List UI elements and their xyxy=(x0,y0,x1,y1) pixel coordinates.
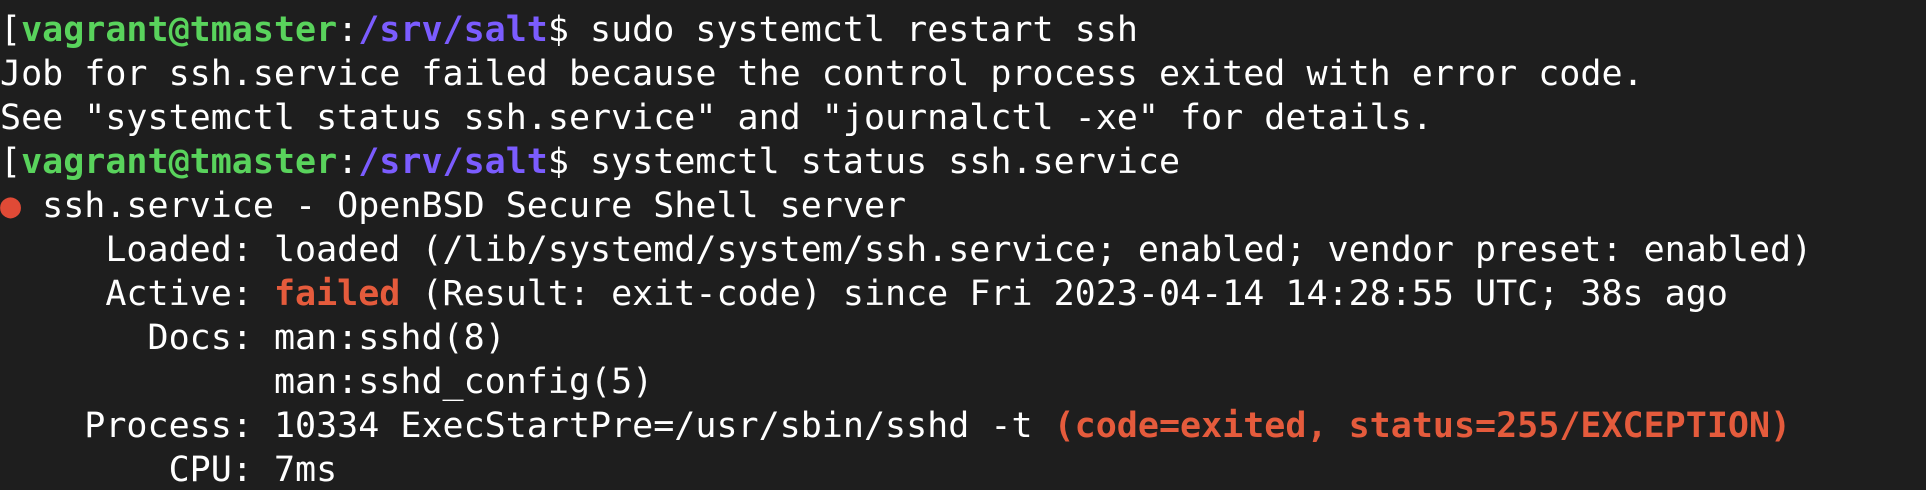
prompt-separator: : xyxy=(337,142,359,182)
process-error: (code=exited, status=255/EXCEPTION) xyxy=(1053,406,1792,446)
cpu-label: CPU: xyxy=(0,450,274,490)
docs-value-sshd-config: man:sshd_config(5) xyxy=(273,362,654,402)
prompt-dollar: $ xyxy=(547,10,569,50)
process-label: Process: xyxy=(0,406,274,446)
loaded-label: Loaded: xyxy=(0,230,274,270)
service-title: ssh.service - OpenBSD Secure Shell serve… xyxy=(21,186,907,226)
cpu-line: CPU: 7ms xyxy=(0,448,338,490)
output-line-job-failed: Job for ssh.service failed because the c… xyxy=(0,54,1644,94)
cpu-value: 7ms xyxy=(273,450,338,490)
docs-value-sshd: man:sshd(8) xyxy=(273,318,506,358)
loaded-line: Loaded: loaded (/lib/systemd/system/ssh.… xyxy=(0,228,1812,272)
command-text: sudo systemctl restart ssh xyxy=(568,10,1138,50)
active-detail: (Result: exit-code) since Fri 2023-04-14… xyxy=(400,274,1728,314)
prompt-path: /srv/salt xyxy=(358,10,548,50)
active-state-failed: failed xyxy=(273,274,401,314)
docs-line-2: man:sshd_config(5) xyxy=(0,360,653,404)
status-dot-icon: ● xyxy=(0,186,22,226)
prompt-bracket: [ xyxy=(0,142,22,182)
docs-line-1: Docs: man:sshd(8) xyxy=(0,316,506,360)
prompt-user-host: vagrant@tmaster xyxy=(21,142,338,182)
active-label: Active: xyxy=(0,274,274,314)
output-line-see-details: See "systemctl status ssh.service" and "… xyxy=(0,98,1433,138)
process-line: Process: 10334 ExecStartPre=/usr/sbin/ss… xyxy=(0,404,1791,448)
process-value: 10334 ExecStartPre=/usr/sbin/sshd -t xyxy=(273,406,1054,446)
command-text: systemctl status ssh.service xyxy=(568,142,1181,182)
loaded-value: loaded (/lib/systemd/system/ssh.service;… xyxy=(273,230,1813,270)
active-line: Active: failed (Result: exit-code) since… xyxy=(0,272,1728,316)
prompt-line-2: [vagrant@tmaster:/srv/salt$ systemctl st… xyxy=(0,140,1180,184)
prompt-user-host: vagrant@tmaster xyxy=(21,10,338,50)
terminal-window[interactable]: [vagrant@tmaster:/srv/salt$ sudo systemc… xyxy=(0,0,1926,490)
prompt-separator: : xyxy=(337,10,359,50)
prompt-dollar: $ xyxy=(547,142,569,182)
prompt-path: /srv/salt xyxy=(358,142,548,182)
prompt-bracket: [ xyxy=(0,10,22,50)
service-title-line: ● ssh.service - OpenBSD Secure Shell ser… xyxy=(0,184,906,228)
docs-indent xyxy=(0,362,274,402)
prompt-line-1: [vagrant@tmaster:/srv/salt$ sudo systemc… xyxy=(0,8,1138,52)
docs-label: Docs: xyxy=(0,318,274,358)
